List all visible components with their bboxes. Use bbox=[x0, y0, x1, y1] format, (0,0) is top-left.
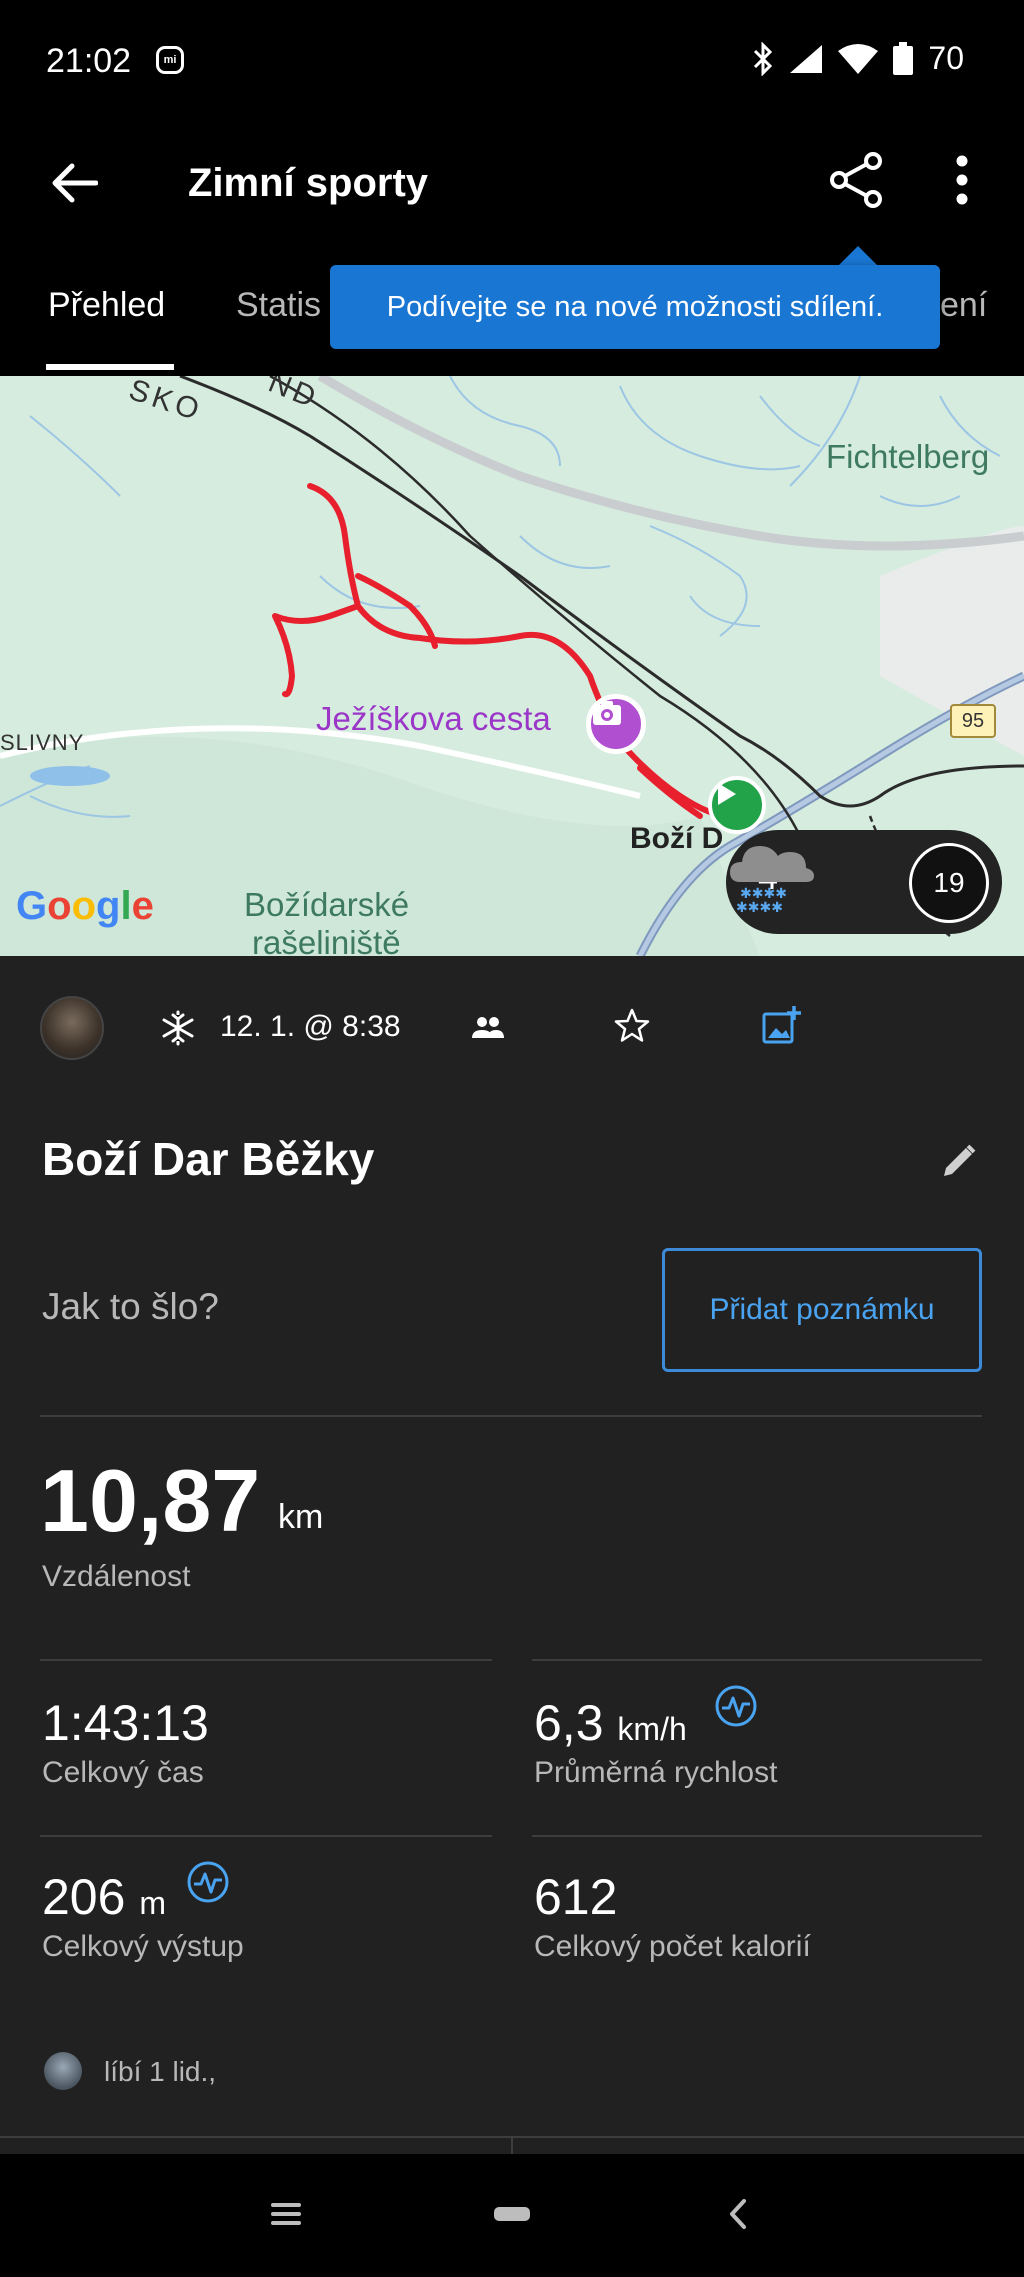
divider bbox=[532, 1659, 982, 1661]
google-logo: Google bbox=[16, 884, 154, 928]
more-vertical-icon bbox=[956, 155, 968, 205]
system-nav-bar bbox=[0, 2154, 1024, 2277]
status-bar: 21:02 mi 70 bbox=[0, 0, 1024, 124]
divider bbox=[532, 1835, 982, 1837]
total-time-label: Celkový čas bbox=[42, 1756, 204, 1789]
distance-unit: km bbox=[278, 1498, 324, 1536]
activity-map[interactable]: SKO ND Fichtelberg Ježíškova cesta Boží … bbox=[0, 376, 1024, 956]
tooltip-arrow bbox=[838, 246, 878, 266]
likes-text[interactable]: líbí 1 lid., bbox=[104, 2056, 216, 2088]
svg-text:✱✱✱✱: ✱✱✱✱ bbox=[736, 900, 783, 916]
road-number-badge: 95 bbox=[950, 704, 996, 738]
total-time-value: 1:43:13 bbox=[42, 1695, 209, 1751]
recent-apps-button[interactable] bbox=[264, 2184, 308, 2244]
divider bbox=[40, 1415, 982, 1417]
total-ascent-value: 206 m bbox=[42, 1869, 166, 1925]
activity-meta-row: 12. 1. @ 8:38 bbox=[40, 996, 990, 1060]
people-icon[interactable] bbox=[470, 1008, 506, 1048]
start-marker-icon[interactable] bbox=[708, 776, 766, 834]
snowflake-icon bbox=[162, 1010, 194, 1046]
map-label-bog-1: Božídarské bbox=[244, 886, 410, 923]
activity-details: 12. 1. @ 8:38 Boží Dar Běžky Jak to šlo?… bbox=[0, 956, 1024, 2154]
activity-title: Boží Dar Běžky bbox=[42, 1133, 375, 1185]
star-icon[interactable] bbox=[612, 1006, 652, 1046]
total-ascent-label: Celkový výstup bbox=[42, 1930, 244, 1963]
share-icon bbox=[830, 152, 882, 208]
distance-label: Vzdálenost bbox=[42, 1560, 191, 1593]
tab-stats[interactable]: Statis bbox=[236, 286, 321, 325]
system-back-button[interactable] bbox=[716, 2184, 760, 2244]
add-note-button[interactable]: Přidat poznámku bbox=[662, 1248, 982, 1372]
divider bbox=[40, 1659, 492, 1661]
signal-icon bbox=[790, 44, 823, 73]
status-time: 21:02 bbox=[46, 42, 132, 80]
weather-widget[interactable]: -4° ✱✱✱✱ ✱✱✱✱ 19 bbox=[726, 830, 1002, 934]
add-photo-icon[interactable] bbox=[760, 1004, 804, 1048]
snow-cloud-icon: ✱✱✱✱ ✱✱✱✱ bbox=[730, 846, 814, 916]
wifi-icon bbox=[838, 43, 879, 74]
calories-label: Celkový počet kalorií bbox=[534, 1930, 811, 1963]
divider bbox=[511, 2138, 513, 2154]
page-title: Zimní sporty bbox=[188, 161, 429, 205]
user-avatar[interactable] bbox=[40, 996, 104, 1060]
avg-speed-value: 6,3 km/h bbox=[534, 1695, 687, 1751]
map-label-town: Boží D bbox=[630, 822, 724, 855]
pencil-icon[interactable] bbox=[940, 1142, 978, 1180]
more-options-button[interactable] bbox=[932, 144, 992, 216]
avg-speed-label: Průměrná rychlost bbox=[534, 1756, 778, 1789]
arrow-left-icon bbox=[52, 163, 98, 203]
share-tooltip[interactable]: Podívejte se na nové možnosti sdílení. bbox=[330, 265, 940, 349]
home-button[interactable] bbox=[490, 2184, 534, 2244]
map-label-poi: Ježíškova cesta bbox=[316, 700, 551, 737]
activity-date: 12. 1. @ 8:38 bbox=[220, 1010, 401, 1043]
menu-icon bbox=[271, 2203, 301, 2225]
map-label-bog-2: rašeliniště bbox=[252, 924, 401, 956]
tab-active-indicator bbox=[46, 364, 174, 370]
weather-badge: 19 bbox=[909, 843, 989, 923]
map-label-area: SLIVNY bbox=[0, 730, 85, 755]
camera-poi-icon[interactable] bbox=[586, 694, 646, 754]
chevron-left-icon bbox=[730, 2199, 746, 2229]
pulse-chart-icon[interactable] bbox=[186, 1860, 230, 1904]
bluetooth-icon bbox=[754, 41, 773, 76]
divider bbox=[40, 1835, 492, 1837]
distance-value: 10,87 bbox=[40, 1451, 261, 1550]
map-label-peak: Fichtelberg bbox=[826, 438, 990, 475]
app-bar: Zimní sporty bbox=[0, 124, 1024, 250]
battery-level: 70 bbox=[928, 40, 964, 76]
home-pill-icon bbox=[494, 2207, 530, 2221]
tab-overview[interactable]: Přehled bbox=[48, 286, 165, 325]
battery-icon bbox=[893, 41, 914, 75]
mi-icon: mi bbox=[156, 46, 184, 74]
tab-sharing[interactable]: ení bbox=[940, 286, 987, 325]
note-prompt: Jak to šlo? bbox=[42, 1286, 219, 1327]
back-button[interactable] bbox=[40, 148, 110, 218]
share-button[interactable] bbox=[820, 144, 892, 216]
status-icons: 70 bbox=[752, 40, 964, 77]
pulse-chart-icon[interactable] bbox=[714, 1684, 758, 1728]
calories-value: 612 bbox=[534, 1869, 618, 1925]
liker-avatar[interactable] bbox=[44, 2052, 82, 2090]
